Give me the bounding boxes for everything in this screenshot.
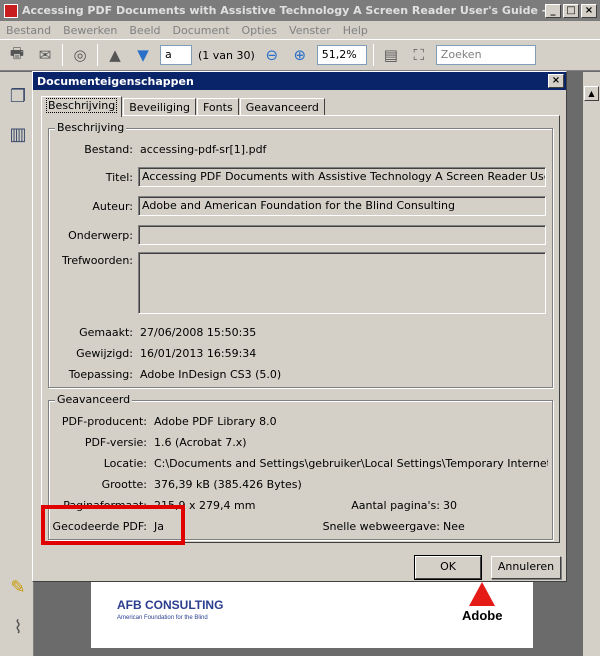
dialog-close-button[interactable]: × bbox=[548, 74, 564, 88]
adobe-logo: Adobe bbox=[462, 608, 503, 623]
snelle-webweergave-value: Nee bbox=[443, 520, 465, 533]
advanced-group-label: Geavanceerd bbox=[55, 393, 133, 406]
description-group-label: Beschrijving bbox=[55, 121, 127, 134]
afb-logo: AFB CONSULTING bbox=[117, 598, 224, 612]
snelle-webweergave-label: Snelle webweergave: bbox=[322, 520, 440, 533]
next-page-icon[interactable]: ▼ bbox=[132, 44, 154, 66]
toolbar-separator bbox=[97, 44, 98, 66]
window-titlebar: Accessing PDF Documents with Assistive T… bbox=[0, 0, 600, 21]
pdf-producent-value: Adobe PDF Library 8.0 bbox=[154, 415, 277, 428]
aantal-paginas-label: Aantal pagina's: bbox=[351, 499, 440, 512]
window-title: Accessing PDF Documents with Assistive T… bbox=[22, 4, 545, 17]
vertical-scrollbar[interactable]: ▲ bbox=[583, 72, 600, 656]
dialog-titlebar: Documenteigenschappen × bbox=[33, 72, 566, 90]
dialog-title: Documenteigenschappen bbox=[37, 74, 194, 88]
ok-button[interactable]: OK bbox=[414, 555, 482, 580]
maximize-button[interactable]: □ bbox=[563, 3, 579, 18]
scroll-up-button[interactable]: ▲ bbox=[584, 86, 599, 101]
auteur-field[interactable]: Adobe and American Foundation for the Bl… bbox=[138, 196, 546, 216]
tab-panel: Beschrijving Bestand: accessing-pdf-sr[1… bbox=[41, 115, 560, 543]
page-count: (1 van 30) bbox=[198, 48, 255, 62]
auteur-label: Auteur: bbox=[92, 200, 133, 213]
previous-page-icon[interactable]: ▲ bbox=[104, 44, 126, 66]
gewijzigd-value: 16/01/2013 16:59:34 bbox=[140, 347, 257, 360]
collaborate-icon[interactable]: ◎ bbox=[69, 44, 91, 66]
zoom-in-icon[interactable]: ⊕ bbox=[289, 44, 311, 66]
tab-beveiliging[interactable]: Beveiliging bbox=[123, 98, 196, 116]
pages-icon[interactable]: ❐ bbox=[8, 86, 28, 108]
minimize-button[interactable]: _ bbox=[545, 3, 561, 18]
email-icon[interactable]: ✉ bbox=[34, 44, 56, 66]
close-window-button[interactable]: × bbox=[581, 3, 597, 18]
tab-beschrijving[interactable]: Beschrijving bbox=[41, 96, 123, 117]
menu-opties[interactable]: Opties bbox=[242, 24, 278, 37]
document-page: AFB CONSULTING American Foundation for t… bbox=[91, 578, 533, 648]
menu-bestand[interactable]: Bestand bbox=[6, 24, 51, 37]
menu-bewerken[interactable]: Bewerken bbox=[63, 24, 117, 37]
toepassing-label: Toepassing: bbox=[68, 368, 133, 381]
trefwoorden-field[interactable] bbox=[138, 252, 546, 314]
pdf-versie-label: PDF-versie: bbox=[84, 436, 147, 449]
menu-help[interactable]: Help bbox=[343, 24, 368, 37]
titel-field[interactable]: Accessing PDF Documents with Assistive T… bbox=[138, 167, 546, 187]
gewijzigd-label: Gewijzigd: bbox=[76, 347, 133, 360]
aantal-paginas-value: 30 bbox=[443, 499, 457, 512]
afb-subtitle: American Foundation for the Blind bbox=[117, 615, 208, 621]
comments-icon[interactable]: ✎ bbox=[8, 577, 28, 599]
toolbar: 🖶 ✉ ◎ ▲ ▼ a (1 van 30) ⊖ ⊕ 51,2% ▤ ⛶ Zoe… bbox=[0, 39, 600, 71]
menu-venster[interactable]: Venster bbox=[289, 24, 331, 37]
bestand-value: accessing-pdf-sr[1].pdf bbox=[140, 143, 267, 156]
trefwoorden-label: Trefwoorden: bbox=[61, 254, 133, 267]
print-icon[interactable]: 🖶 bbox=[6, 44, 28, 66]
pdf-versie-value: 1.6 (Acrobat 7.x) bbox=[154, 436, 247, 449]
dialog-tabs: Beschrijving Beveiliging Fonts Geavancee… bbox=[41, 96, 326, 117]
gemaakt-value: 27/06/2008 15:50:35 bbox=[140, 326, 257, 339]
gemaakt-label: Gemaakt: bbox=[79, 326, 133, 339]
adobe-reader-icon bbox=[4, 3, 18, 18]
onderwerp-label: Onderwerp: bbox=[68, 229, 133, 242]
tab-geavanceerd[interactable]: Geavanceerd bbox=[239, 98, 325, 116]
locatie-label: Locatie: bbox=[103, 457, 147, 470]
grootte-value: 376,39 kB (385.426 Bytes) bbox=[154, 478, 302, 491]
fit-width-icon[interactable]: ▤ bbox=[380, 44, 402, 66]
page-number-input[interactable]: a bbox=[160, 45, 192, 65]
cancel-button[interactable]: Annuleren bbox=[491, 556, 561, 579]
adobe-logo-icon bbox=[469, 582, 495, 606]
locatie-value: C:\Documents and Settings\gebruiker\Loca… bbox=[154, 457, 548, 470]
bestand-label: Bestand: bbox=[84, 143, 133, 156]
onderwerp-field[interactable] bbox=[138, 225, 546, 245]
menu-beeld[interactable]: Beeld bbox=[129, 24, 160, 37]
description-group: Beschrijving Bestand: accessing-pdf-sr[1… bbox=[48, 121, 553, 388]
fit-page-icon[interactable]: ⛶ bbox=[408, 44, 430, 66]
highlight-box bbox=[41, 505, 185, 545]
toolbar-separator bbox=[62, 44, 63, 66]
search-input[interactable]: Zoeken bbox=[435, 45, 536, 65]
zoom-select[interactable]: 51,2% bbox=[316, 45, 367, 65]
zoom-out-icon[interactable]: ⊖ bbox=[261, 44, 283, 66]
pdf-producent-label: PDF-producent: bbox=[61, 415, 147, 428]
menu-bar: Bestand Bewerken Beeld Document Opties V… bbox=[0, 21, 600, 39]
toolbar-separator bbox=[372, 44, 374, 66]
tab-fonts[interactable]: Fonts bbox=[197, 98, 239, 116]
paperclip-icon[interactable]: ⌇ bbox=[8, 617, 28, 639]
menu-document[interactable]: Document bbox=[173, 24, 230, 37]
toepassing-value: Adobe InDesign CS3 (5.0) bbox=[140, 368, 282, 381]
left-navigation-pane: ❐ ▥ ✎ ⌇ bbox=[0, 72, 34, 656]
attachments-icon[interactable]: ▥ bbox=[8, 124, 28, 146]
titel-label: Titel: bbox=[105, 171, 133, 184]
grootte-label: Grootte: bbox=[101, 478, 147, 491]
